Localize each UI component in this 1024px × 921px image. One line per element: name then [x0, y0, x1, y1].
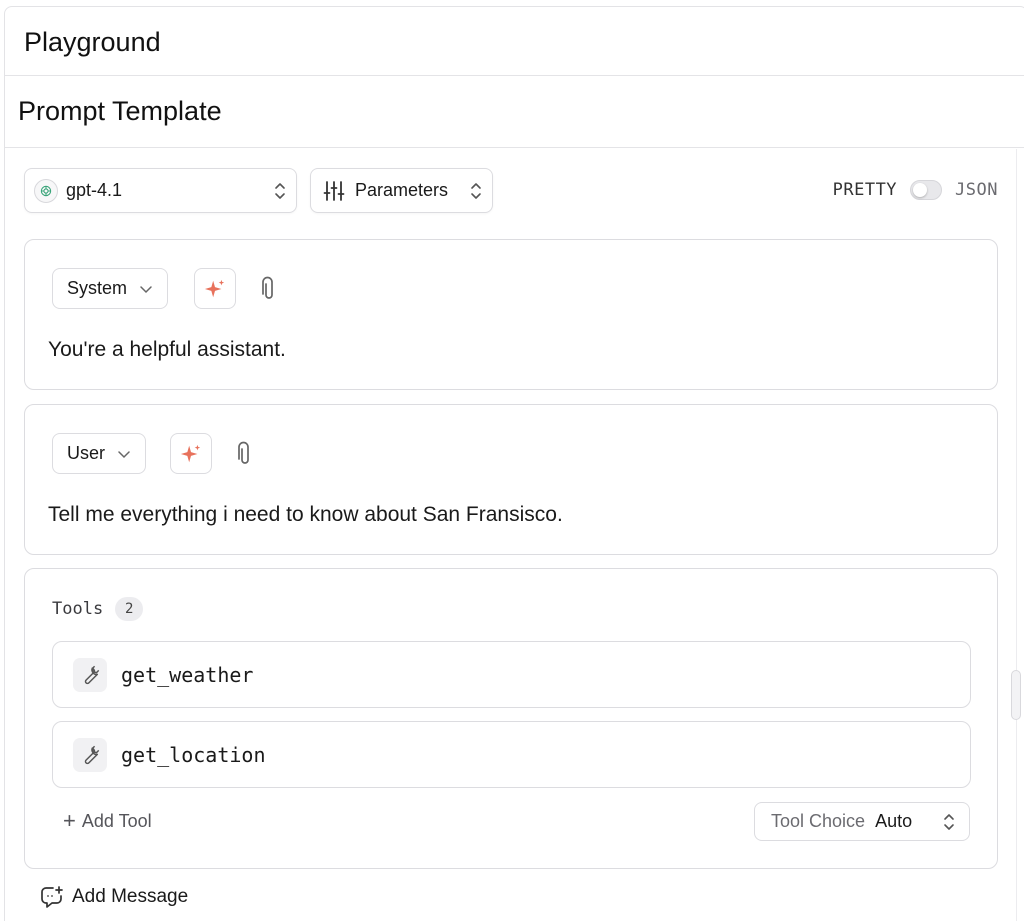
plus-icon: +	[63, 808, 76, 833]
add-message-label: Add Message	[72, 886, 189, 907]
toggle-knob	[913, 183, 928, 197]
model-select[interactable]: gpt-4.1	[24, 168, 297, 213]
chevron-updown-icon	[471, 183, 481, 199]
section-title: Prompt Template	[18, 96, 222, 126]
tools-card: Tools 2 get_weather get_location + Add T…	[24, 568, 998, 869]
add-tool-button[interactable]: + Add Tool	[63, 810, 152, 832]
role-label: System	[67, 278, 128, 298]
prompt-template-header: Prompt Template	[5, 77, 1024, 148]
tools-label: Tools	[52, 599, 104, 619]
add-message-button[interactable]: Add Message	[40, 885, 188, 909]
paperclip-icon[interactable]	[236, 441, 254, 467]
message-card-system: System You're a helpful assistant.	[24, 239, 998, 390]
ai-assist-button[interactable]	[170, 433, 212, 474]
model-name: gpt-4.1	[66, 180, 123, 200]
message-text[interactable]: You're a helpful assistant.	[48, 338, 286, 362]
openai-logo-icon	[34, 178, 58, 203]
tool-name: get_weather	[121, 662, 254, 687]
page-title: Playground	[24, 27, 161, 57]
add-tool-label: Add Tool	[81, 810, 152, 831]
wrench-icon	[73, 737, 107, 772]
sparkle-icon	[204, 279, 225, 297]
role-label: User	[67, 443, 106, 463]
chevron-down-icon	[118, 450, 130, 458]
role-select[interactable]: System	[52, 268, 169, 309]
tools-header: Tools 2	[52, 597, 144, 621]
playground-header: Playground	[5, 7, 1024, 76]
tools-count-badge: 2	[115, 597, 144, 621]
sparkle-icon	[180, 444, 201, 462]
parameters-button[interactable]: Parameters	[310, 168, 493, 213]
paperclip-icon[interactable]	[260, 276, 278, 302]
chevron-updown-icon	[275, 183, 285, 199]
tool-choice-value: Auto	[875, 811, 913, 831]
format-toggle[interactable]	[910, 180, 943, 200]
role-select[interactable]: User	[52, 433, 147, 474]
tool-choice-select[interactable]: Tool Choice Auto	[754, 802, 970, 841]
message-plus-icon	[41, 886, 63, 908]
ai-assist-button[interactable]	[194, 268, 236, 309]
tool-item[interactable]: get_weather	[52, 641, 971, 708]
wrench-icon	[73, 657, 107, 692]
format-json-label: JSON	[955, 180, 998, 200]
chevron-updown-icon	[944, 814, 954, 830]
tool-name: get_location	[121, 742, 266, 767]
message-card-user: User Tell me everything i need to know a…	[24, 404, 998, 555]
format-toggle-group: PRETTY JSON	[833, 180, 998, 200]
tool-item[interactable]: get_location	[52, 721, 971, 788]
message-text[interactable]: Tell me everything i need to know about …	[48, 503, 563, 527]
scroll-track	[1016, 149, 1017, 921]
tool-choice-label: Tool Choice	[771, 811, 866, 831]
format-pretty-label: PRETTY	[832, 180, 898, 200]
chevron-down-icon	[140, 285, 152, 293]
scrollbar-thumb[interactable]	[1011, 670, 1021, 720]
sliders-icon	[323, 180, 345, 201]
parameters-label: Parameters	[355, 180, 449, 200]
